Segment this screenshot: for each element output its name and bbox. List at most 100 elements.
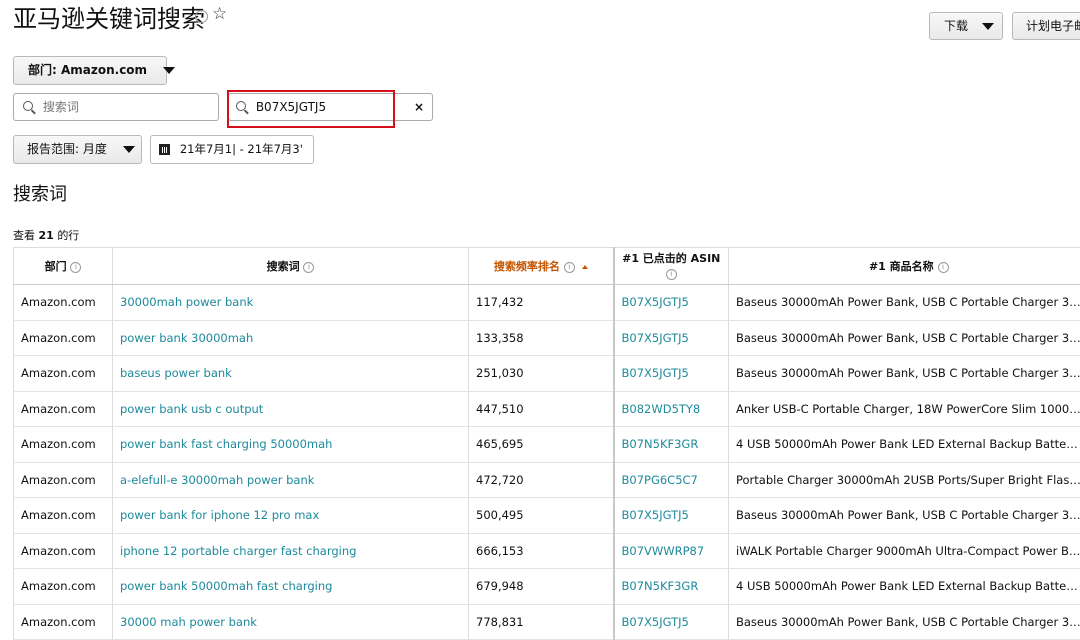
cell-product-title: Baseus 30000mAh Power Bank, USB C Portab… — [729, 604, 1080, 640]
report-range-label: 报告范围: 月度 — [27, 142, 107, 156]
info-icon[interactable]: i — [195, 10, 208, 23]
cell-search-term[interactable]: 30000 mah power bank — [113, 604, 469, 640]
cell-search-term[interactable]: baseus power bank — [113, 356, 469, 392]
date-range-value: 21年7月1| - 21年7月3' — [180, 142, 303, 156]
cell-product-title: Baseus 30000mAh Power Bank, USB C Portab… — [729, 498, 1080, 534]
cell-search-term[interactable]: power bank 30000mah — [113, 320, 469, 356]
info-icon[interactable]: i — [70, 262, 81, 273]
column-header-department[interactable]: 部门 i — [14, 248, 113, 285]
cell-search-term[interactable]: a-elefull-e 30000mah power bank — [113, 462, 469, 498]
cell-department: Amazon.com — [14, 569, 113, 605]
cell-department: Amazon.com — [14, 427, 113, 463]
page-title: 亚马逊关键词搜索 — [13, 4, 205, 34]
column-header-product-title[interactable]: #1 商品名称 i — [729, 248, 1080, 285]
column-header-search-term[interactable]: 搜索词 i — [113, 248, 469, 285]
table-row: Amazon.combaseus power bank251,030B07X5J… — [14, 356, 1080, 392]
search-term-placeholder: 搜索词 — [43, 100, 79, 114]
cell-product-title: 4 USB 50000mAh Power Bank LED External B… — [729, 427, 1080, 463]
info-icon[interactable]: i — [564, 262, 575, 273]
report-range-dropdown[interactable]: 报告范围: 月度 — [13, 135, 142, 164]
cell-department: Amazon.com — [14, 498, 113, 534]
cell-department: Amazon.com — [14, 320, 113, 356]
calendar-icon — [159, 144, 170, 155]
cell-search-term[interactable]: power bank usb c output — [113, 391, 469, 427]
table-row: Amazon.coma-elefull-e 30000mah power ban… — [14, 462, 1080, 498]
search-term-input[interactable]: 搜索词 — [13, 93, 219, 121]
table-row: Amazon.compower bank fast charging 50000… — [14, 427, 1080, 463]
cell-search-term[interactable]: iphone 12 portable charger fast charging — [113, 533, 469, 569]
cell-search-term[interactable]: power bank 50000mah fast charging — [113, 569, 469, 605]
cell-department: Amazon.com — [14, 391, 113, 427]
department-label: 部门: Amazon.com — [28, 63, 147, 77]
column-header-label: #1 已点击的 ASIN — [622, 252, 720, 265]
sort-ascending-icon — [582, 265, 588, 269]
column-header-label: 搜索频率排名 — [494, 260, 560, 273]
cell-department: Amazon.com — [14, 604, 113, 640]
column-header-search-frequency-rank[interactable]: 搜索频率排名 i — [469, 248, 614, 285]
cell-product-title: iWALK Portable Charger 9000mAh Ultra-Com… — [729, 533, 1080, 569]
info-icon[interactable]: i — [666, 269, 677, 280]
clear-input-icon[interactable]: × — [414, 94, 424, 120]
cell-clicked-asin[interactable]: B07X5JGTJ5 — [614, 285, 729, 321]
row-count-prefix: 查看 — [13, 229, 35, 242]
column-header-label: #1 商品名称 — [869, 260, 934, 273]
cell-department: Amazon.com — [14, 462, 113, 498]
cell-clicked-asin[interactable]: B07VWWRP87 — [614, 533, 729, 569]
cell-search-term[interactable]: power bank for iphone 12 pro max — [113, 498, 469, 534]
cell-search-frequency-rank: 500,495 — [469, 498, 614, 534]
table-row: Amazon.compower bank usb c output447,510… — [14, 391, 1080, 427]
table-row: Amazon.compower bank for iphone 12 pro m… — [14, 498, 1080, 534]
info-icon[interactable]: i — [938, 262, 949, 273]
cell-clicked-asin[interactable]: B082WD5TY8 — [614, 391, 729, 427]
cell-clicked-asin[interactable]: B07N5KF3GR — [614, 427, 729, 463]
table-row: Amazon.com30000 mah power bank778,831B07… — [14, 604, 1080, 640]
cell-search-frequency-rank: 133,358 — [469, 320, 614, 356]
column-header-label: 部门 — [45, 260, 67, 273]
table-header-row: 部门 i 搜索词 i 搜索频率排名 i #1 已点击的 ASIN i #1 商品… — [14, 248, 1080, 285]
column-header-clicked-asin[interactable]: #1 已点击的 ASIN i — [614, 248, 729, 285]
table-row: Amazon.compower bank 50000mah fast charg… — [14, 569, 1080, 605]
favorite-star-icon[interactable]: ☆ — [212, 4, 227, 24]
chevron-down-icon — [163, 67, 175, 74]
cell-department: Amazon.com — [14, 533, 113, 569]
cell-search-frequency-rank: 447,510 — [469, 391, 614, 427]
table-row: Amazon.compower bank 30000mah133,358B07X… — [14, 320, 1080, 356]
schedule-email-button[interactable]: 计划电子邮 — [1012, 12, 1080, 40]
cell-product-title: Anker USB-C Portable Charger, 18W PowerC… — [729, 391, 1080, 427]
cell-department: Amazon.com — [14, 356, 113, 392]
date-range-picker[interactable]: 21年7月1| - 21年7月3' — [150, 135, 314, 164]
download-button[interactable]: 下载 — [929, 12, 1003, 40]
download-label: 下载 — [944, 19, 968, 33]
cell-search-frequency-rank: 666,153 — [469, 533, 614, 569]
highlight-box — [227, 90, 395, 128]
section-title: 搜索词 — [13, 180, 67, 206]
cell-search-frequency-rank: 465,695 — [469, 427, 614, 463]
column-header-label: 搜索词 — [267, 260, 300, 273]
chevron-down-icon — [123, 146, 135, 153]
cell-search-frequency-rank: 251,030 — [469, 356, 614, 392]
table-row: Amazon.comiphone 12 portable charger fas… — [14, 533, 1080, 569]
cell-clicked-asin[interactable]: B07PG6C5C7 — [614, 462, 729, 498]
department-dropdown[interactable]: 部门: Amazon.com — [13, 56, 167, 85]
search-icon — [23, 101, 33, 111]
chevron-down-icon — [982, 23, 994, 30]
cell-clicked-asin[interactable]: B07N5KF3GR — [614, 569, 729, 605]
cell-clicked-asin[interactable]: B07X5JGTJ5 — [614, 320, 729, 356]
cell-clicked-asin[interactable]: B07X5JGTJ5 — [614, 498, 729, 534]
cell-product-title: Baseus 30000mAh Power Bank, USB C Portab… — [729, 320, 1080, 356]
row-count-suffix: 的行 — [57, 229, 79, 242]
info-icon[interactable]: i — [303, 262, 314, 273]
cell-search-frequency-rank: 472,720 — [469, 462, 614, 498]
cell-product-title: 4 USB 50000mAh Power Bank LED External B… — [729, 569, 1080, 605]
cell-clicked-asin[interactable]: B07X5JGTJ5 — [614, 604, 729, 640]
row-count: 查看 21 的行 — [13, 227, 79, 243]
cell-product-title: Baseus 30000mAh Power Bank, USB C Portab… — [729, 356, 1080, 392]
cell-search-term[interactable]: power bank fast charging 50000mah — [113, 427, 469, 463]
cell-product-title: Baseus 30000mAh Power Bank, USB C Portab… — [729, 285, 1080, 321]
cell-search-term[interactable]: 30000mah power bank — [113, 285, 469, 321]
cell-clicked-asin[interactable]: B07X5JGTJ5 — [614, 356, 729, 392]
cell-product-title: Portable Charger 30000mAh 2USB Ports/Sup… — [729, 462, 1080, 498]
cell-search-frequency-rank: 778,831 — [469, 604, 614, 640]
cell-search-frequency-rank: 117,432 — [469, 285, 614, 321]
cell-search-frequency-rank: 679,948 — [469, 569, 614, 605]
